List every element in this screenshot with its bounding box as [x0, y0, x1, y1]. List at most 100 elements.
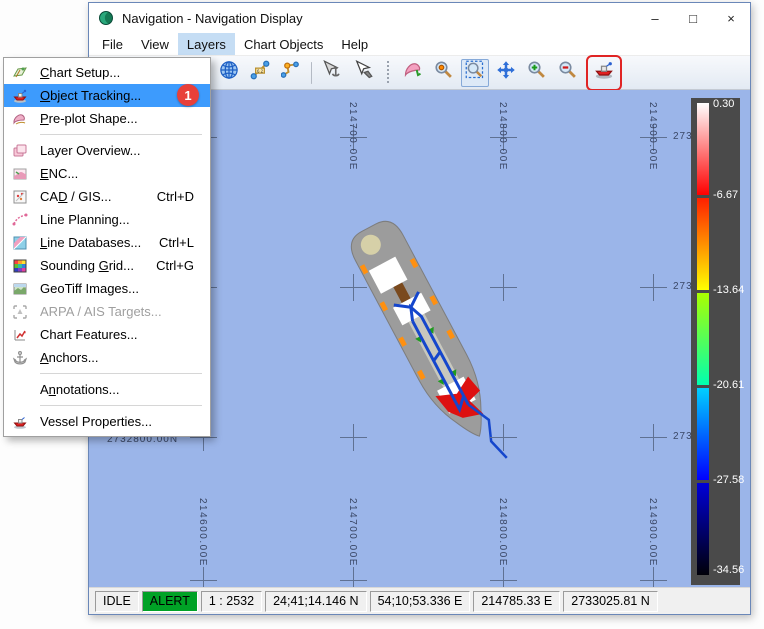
geotiff-icon: [9, 281, 31, 297]
zoom-window-button[interactable]: [461, 59, 489, 87]
sounding-grid-icon: [9, 258, 31, 274]
menu-bar: FileViewLayersChart ObjectsHelp: [89, 33, 750, 55]
callout-step-badge: 1: [177, 84, 199, 106]
chart-features-icon: [9, 327, 31, 343]
menu-item-pre-plot-shape[interactable]: Pre-plot Shape...: [4, 107, 210, 130]
menu-item-geotiff-images[interactable]: GeoTiff Images...: [4, 277, 210, 300]
anchor-cursor-icon: [322, 60, 342, 85]
menu-item-line-planning[interactable]: Line Planning...: [4, 208, 210, 231]
easting-label: 214900.00E: [647, 498, 658, 567]
menubar-chart-objects[interactable]: Chart Objects: [235, 33, 332, 55]
scale-value: -27.58: [713, 474, 744, 486]
select-cursor-button[interactable]: [349, 59, 377, 87]
grid-cross: [640, 567, 667, 587]
northing-label: 273: [673, 431, 693, 442]
menu-separator: [40, 405, 202, 406]
vessel-icon: [9, 414, 31, 430]
menu-item-anchors[interactable]: Anchors...: [4, 346, 210, 369]
zoom-out-button[interactable]: [554, 59, 582, 87]
select-cursor-icon: [353, 60, 373, 85]
menu-item-vessel-properties[interactable]: Vessel Properties...: [4, 410, 210, 433]
enc-icon: [9, 166, 31, 182]
window-title: Navigation - Navigation Display: [122, 11, 303, 26]
menu-item-object-tracking[interactable]: Object Tracking... 1: [4, 84, 210, 107]
easting-label: 214800.00E: [497, 498, 508, 567]
grid-cross: [340, 567, 367, 587]
preplot-shape-icon: [9, 111, 31, 127]
layers-menu: Chart Setup... Object Tracking... 1 Pre-…: [3, 57, 211, 437]
toolbar-separator: [311, 62, 312, 84]
scale-value: 0.30: [713, 98, 734, 110]
shotpoint-path-icon: [281, 60, 301, 85]
maximize-button[interactable]: □: [674, 3, 712, 33]
northing-label: 273: [673, 281, 693, 292]
scale-segment: [697, 483, 709, 575]
window-controls: –□×: [636, 3, 750, 33]
zoom-previous-icon: [434, 60, 454, 85]
zoom-previous-button[interactable]: [430, 59, 458, 87]
pan-icon: [496, 60, 516, 85]
seismic-line-icon: 6 2: [250, 60, 270, 85]
menu-item-enc[interactable]: ENC...: [4, 162, 210, 185]
menu-item-cad-gis[interactable]: CAD / GIS... Ctrl+D: [4, 185, 210, 208]
globe-button[interactable]: [215, 59, 243, 87]
easting-label: 214700.00E: [347, 102, 358, 171]
menu-item-chart-setup[interactable]: Chart Setup...: [4, 61, 210, 84]
menu-item-sounding-grid[interactable]: Sounding Grid... Ctrl+G: [4, 254, 210, 277]
menubar-layers[interactable]: Layers: [178, 33, 235, 55]
app-globe-icon: [98, 10, 114, 26]
grid-cross: [190, 567, 217, 587]
vessel: [319, 202, 539, 502]
scale-segment: [697, 293, 709, 385]
scale-value: -13.64: [713, 284, 744, 296]
line-databases-icon: [9, 235, 31, 251]
menubar-file[interactable]: File: [93, 33, 132, 55]
menu-item-chart-features[interactable]: Chart Features...: [4, 323, 210, 346]
status-214785-33-e: 214785.33 E: [473, 591, 560, 612]
scale-segment: [697, 198, 709, 290]
menu-item-arpa-ais-targets[interactable]: ARPA / AIS Targets...: [4, 300, 210, 323]
toolbar-grip: [385, 61, 391, 85]
line-planning-icon: [9, 212, 31, 228]
anchor-cursor-button[interactable]: [318, 59, 346, 87]
zoom-in-button[interactable]: [523, 59, 551, 87]
anchor-icon: [9, 350, 31, 366]
layers-view-icon: [403, 60, 423, 85]
menubar-view[interactable]: View: [132, 33, 178, 55]
easting-label: 214800.00E: [497, 102, 508, 171]
zoom-window-icon: [465, 60, 485, 85]
shotpoint-path-button[interactable]: [277, 59, 305, 87]
grid-cross: [640, 274, 667, 301]
vessel-tracking-button[interactable]: [590, 59, 618, 87]
layer-overview-icon: [9, 143, 31, 159]
status-bar: IDLEALERT1 : 253224;41;14.146 N54;10;53.…: [89, 587, 750, 614]
layers-view-button[interactable]: [399, 59, 427, 87]
vessel-tracking-icon: [594, 60, 614, 85]
menubar-help[interactable]: Help: [332, 33, 377, 55]
title-bar[interactable]: Navigation - Navigation Display –□×: [89, 3, 750, 33]
easting-label: 214700.00E: [347, 498, 358, 567]
status-24-41-14-146-n: 24;41;14.146 N: [265, 591, 367, 612]
easting-label: 214900.00E: [647, 102, 658, 171]
cad-gis-icon: [9, 189, 31, 205]
status-idle: IDLE: [95, 591, 139, 612]
scale-segment: [697, 103, 709, 195]
scale-segment: [697, 388, 709, 480]
globe-icon: [219, 60, 239, 85]
menu-item-line-databases[interactable]: Line Databases... Ctrl+L: [4, 231, 210, 254]
seismic-line-button[interactable]: 6 2: [246, 59, 274, 87]
grid-cross: [490, 567, 517, 587]
status-alert: ALERT: [142, 591, 198, 612]
status-1-2532: 1 : 2532: [201, 591, 262, 612]
menu-item-annotations[interactable]: Annotations...: [4, 378, 210, 401]
scale-value: -6.67: [713, 189, 738, 201]
status-54-10-53-336-e: 54;10;53.336 E: [370, 591, 471, 612]
svg-text:6 2: 6 2: [257, 68, 264, 73]
pan-button[interactable]: [492, 59, 520, 87]
northing-label: 273: [673, 131, 693, 142]
minimize-button[interactable]: –: [636, 3, 674, 33]
close-button[interactable]: ×: [712, 3, 750, 33]
menu-item-layer-overview[interactable]: Layer Overview...: [4, 139, 210, 162]
zoom-out-icon: [558, 60, 578, 85]
scale-value: -20.61: [713, 379, 744, 391]
